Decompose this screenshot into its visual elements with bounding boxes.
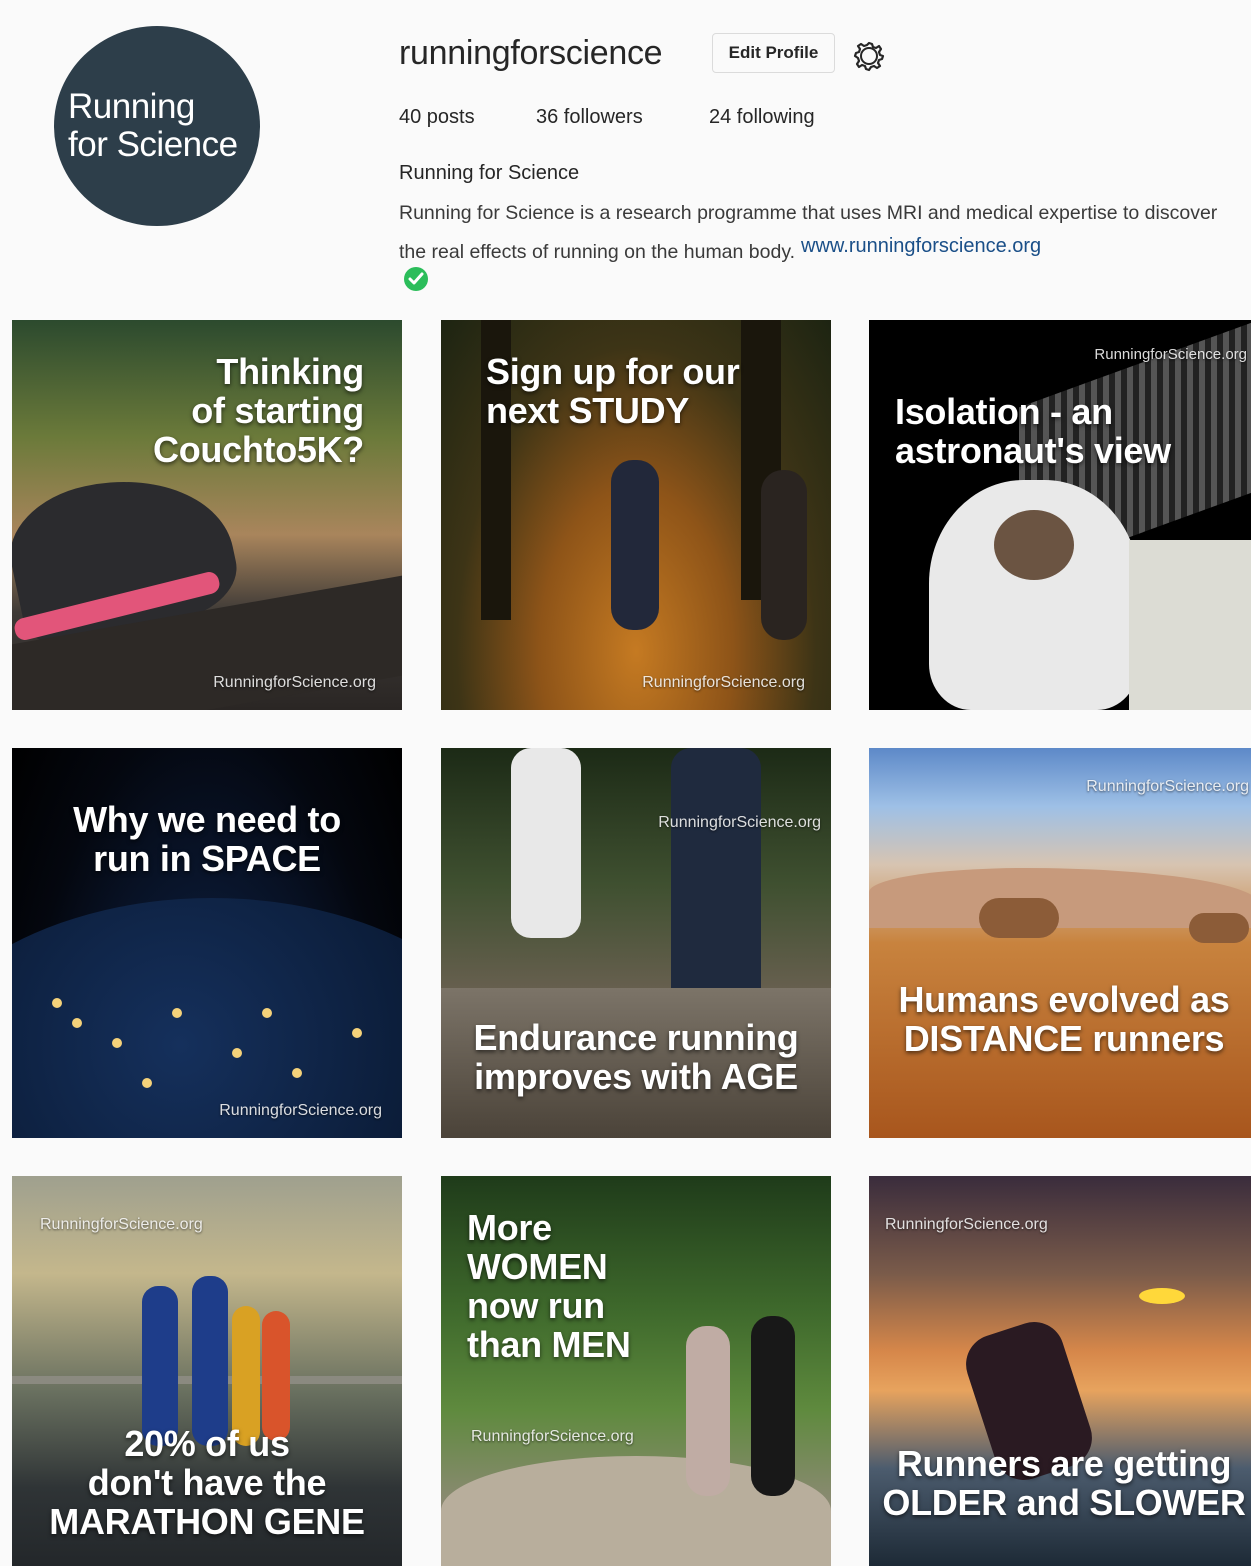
- post-tile-couch-to-5k[interactable]: Thinking of starting Couchto5K? Runningf…: [12, 320, 402, 710]
- post-watermark: RunningforScience.org: [1086, 778, 1249, 795]
- caption-line: Why we need to: [73, 799, 341, 840]
- caption-line: run in SPACE: [93, 838, 321, 879]
- full-name: Running for Science: [399, 162, 580, 184]
- caption-line: DISTANCE runners: [903, 1018, 1225, 1059]
- post-tile-more-women[interactable]: More WOMEN now run than MEN RunningforSc…: [441, 1176, 831, 1566]
- caption-line: Runners are getting: [896, 1443, 1232, 1484]
- posts-count[interactable]: 40 posts: [399, 106, 475, 129]
- gazelle-image: [1189, 913, 1249, 943]
- runner-image: [751, 1316, 795, 1496]
- post-caption: Isolation - an astronaut's view: [895, 392, 1171, 470]
- post-caption: Sign up for our next STUDY: [486, 351, 740, 431]
- post-tile-run-in-space[interactable]: Why we need to run in SPACE RunningforSc…: [12, 748, 402, 1138]
- caption-line: astronaut's view: [895, 430, 1171, 471]
- username: runningforscience: [399, 34, 663, 72]
- runner-image: [262, 1311, 290, 1441]
- caption-line: OLDER and SLOWER: [882, 1482, 1246, 1523]
- caption-line: now run: [467, 1285, 605, 1326]
- profile-header: Running for Science runningforscience Ed…: [0, 0, 1251, 300]
- post-tile-older-slower[interactable]: Runners are getting OLDER and SLOWER Run…: [869, 1176, 1251, 1566]
- gazelle-image: [979, 898, 1059, 938]
- runner-image: [611, 460, 659, 630]
- post-tile-isolation-astronaut[interactable]: Isolation - an astronaut's view Runningf…: [869, 320, 1251, 710]
- post-tile-marathon-gene[interactable]: 20% of us don't have the MARATHON GENE R…: [12, 1176, 402, 1566]
- avatar-text-line-1: Running: [68, 87, 195, 126]
- equipment-bag-image: [1129, 540, 1251, 710]
- caption-line: than MEN: [467, 1324, 631, 1365]
- avatar-text-line-2: for Science: [68, 125, 238, 164]
- caption-line: More: [467, 1207, 552, 1248]
- post-watermark: RunningforScience.org: [213, 674, 376, 691]
- avatar[interactable]: Running for Science: [54, 26, 260, 226]
- caption-line: 20% of us: [124, 1423, 290, 1464]
- following-count[interactable]: 24 following: [709, 106, 815, 129]
- post-caption: Thinking of starting Couchto5K?: [153, 352, 364, 469]
- sun-image: [1139, 1288, 1185, 1304]
- caption-line: improves with AGE: [474, 1056, 798, 1097]
- post-watermark: RunningforScience.org: [40, 1216, 203, 1233]
- post-watermark: RunningforScience.org: [642, 674, 805, 691]
- post-watermark: RunningforScience.org: [658, 814, 821, 831]
- edit-profile-button[interactable]: Edit Profile: [712, 33, 835, 73]
- post-watermark: RunningforScience.org: [1094, 346, 1247, 363]
- post-watermark: RunningforScience.org: [885, 1216, 1048, 1233]
- city-lights-image: [52, 998, 62, 1008]
- runner-image: [142, 1286, 178, 1446]
- caption-line: Endurance running: [473, 1017, 799, 1058]
- runner-image: [671, 748, 761, 1008]
- caption-line: next STUDY: [486, 390, 690, 431]
- runner-image: [192, 1276, 228, 1446]
- post-caption: Why we need to run in SPACE: [12, 800, 402, 878]
- post-tile-humans-evolved[interactable]: Humans evolved as DISTANCE runners Runni…: [869, 748, 1251, 1138]
- post-caption: Endurance running improves with AGE: [441, 1018, 831, 1096]
- helmet-visor-image: [994, 510, 1074, 580]
- caption-line: Thinking: [216, 351, 364, 392]
- bio: Running for Science is a research progra…: [399, 194, 1239, 272]
- caption-line: Humans evolved as: [898, 979, 1230, 1020]
- caption-line: Sign up for our: [486, 351, 740, 392]
- post-tile-endurance-age[interactable]: Endurance running improves with AGE Runn…: [441, 748, 831, 1138]
- post-caption: Runners are getting OLDER and SLOWER: [869, 1444, 1251, 1522]
- caption-line: MARATHON GENE: [49, 1501, 365, 1542]
- runner-image: [511, 748, 581, 938]
- post-caption: More WOMEN now run than MEN: [467, 1208, 631, 1364]
- settings-gear-icon[interactable]: [852, 39, 886, 73]
- verified-check-icon: [404, 267, 428, 291]
- caption-line: Isolation - an: [895, 391, 1113, 432]
- post-watermark: RunningforScience.org: [471, 1428, 634, 1445]
- post-watermark: RunningforScience.org: [219, 1102, 382, 1119]
- caption-line: don't have the: [87, 1462, 327, 1503]
- post-tile-sign-up-study[interactable]: Sign up for our next STUDY RunningforSci…: [441, 320, 831, 710]
- runner-image: [686, 1326, 730, 1496]
- caption-line: WOMEN: [467, 1246, 608, 1287]
- caption-line: of starting: [191, 390, 364, 431]
- caption-line: Couchto5K?: [153, 429, 364, 470]
- website-link[interactable]: www.runningforscience.org: [801, 235, 1041, 257]
- followers-count[interactable]: 36 followers: [536, 106, 643, 129]
- runner-image: [761, 470, 807, 640]
- post-caption: 20% of us don't have the MARATHON GENE: [12, 1424, 402, 1541]
- post-caption: Humans evolved as DISTANCE runners: [869, 980, 1251, 1058]
